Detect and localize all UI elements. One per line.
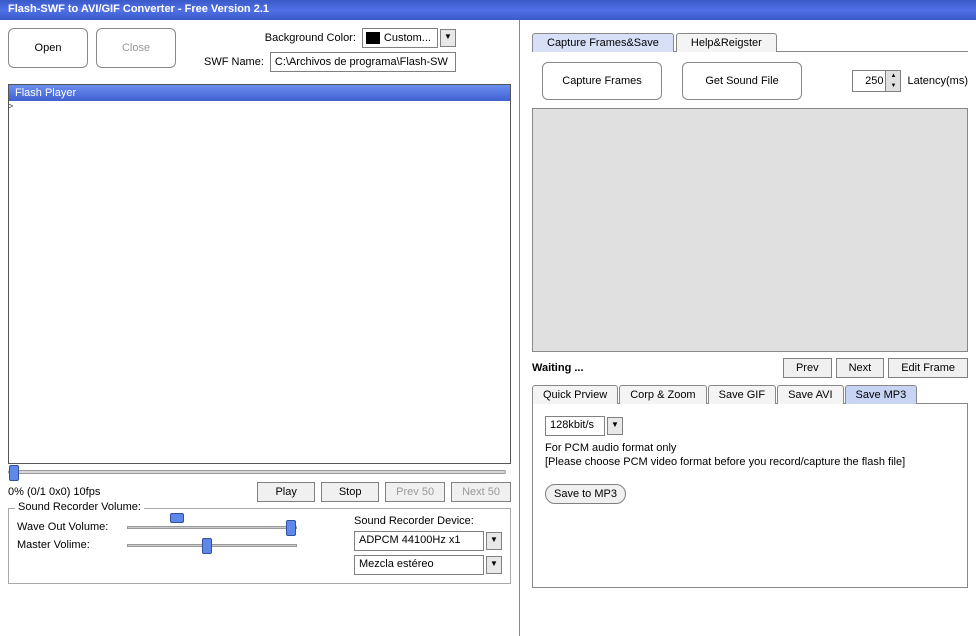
master-vol-thumb[interactable] — [202, 538, 212, 554]
bg-color-dropdown-icon[interactable]: ▼ — [440, 29, 456, 47]
latency-down-icon[interactable]: ▼ — [886, 81, 900, 91]
player-header: Flash Player — [9, 85, 510, 101]
tab-crop-zoom[interactable]: Corp & Zoom — [619, 385, 706, 404]
title-bar: Flash-SWF to AVI/GIF Converter - Free Ve… — [0, 0, 976, 20]
flash-player-box: Flash Player > — [8, 84, 511, 464]
main-tabs: Capture Frames&Save Help&Reigster — [532, 32, 968, 52]
progress-thumb[interactable] — [9, 465, 19, 481]
stop-button[interactable]: Stop — [321, 482, 379, 502]
master-vol-slider[interactable] — [127, 544, 297, 547]
bitrate-dropdown-icon[interactable]: ▼ — [607, 417, 623, 435]
edit-frame-button[interactable]: Edit Frame — [888, 358, 968, 378]
waiting-text: Waiting ... — [532, 362, 779, 374]
tab-help-register[interactable]: Help&Reigster — [676, 33, 777, 52]
prev50-button[interactable]: Prev 50 — [385, 482, 445, 502]
next-button[interactable]: Next — [836, 358, 885, 378]
player-resize-handle[interactable]: > — [8, 101, 13, 111]
bitrate-select[interactable]: 128kbit/s — [545, 416, 605, 436]
tab-save-gif[interactable]: Save GIF — [708, 385, 776, 404]
latency-up-icon[interactable]: ▲ — [886, 71, 900, 81]
wave-out-slider[interactable] — [127, 526, 297, 529]
sound-recorder-fieldset: Sound Recorder Volume: Wave Out Volume: … — [8, 508, 511, 584]
tab-save-mp3[interactable]: Save MP3 — [845, 385, 918, 404]
device1-dropdown-icon[interactable]: ▼ — [486, 532, 502, 550]
frame-preview — [532, 108, 968, 352]
app-title: Flash-SWF to AVI/GIF Converter - Free Ve… — [8, 3, 269, 15]
swf-name-input[interactable] — [270, 52, 456, 72]
bg-color-select[interactable]: Custom... — [362, 28, 438, 48]
right-panel: Capture Frames&Save Help&Reigster Captur… — [520, 20, 976, 636]
play-button[interactable]: Play — [257, 482, 315, 502]
wave-out-label: Wave Out Volume: — [17, 521, 127, 533]
save-mp3-panel: 128kbit/s ▼ For PCM audio format only [P… — [532, 404, 968, 588]
bg-color-value: Custom... — [384, 32, 431, 44]
status-text: 0% (0/1 0x0) 10fps — [8, 486, 251, 498]
progress-slider[interactable] — [8, 470, 506, 474]
device2-dropdown-icon[interactable]: ▼ — [486, 556, 502, 574]
pcm-info-2: [Please choose PCM video format before y… — [545, 456, 955, 468]
wave-out-thumb[interactable] — [286, 520, 296, 536]
latency-input[interactable] — [853, 73, 885, 89]
tab-capture-frames[interactable]: Capture Frames&Save — [532, 33, 674, 52]
latency-label: Latency(ms) — [907, 75, 968, 87]
latency-spinner[interactable]: ▲ ▼ — [852, 70, 901, 92]
tab-quick-preview[interactable]: Quick Prview — [532, 385, 618, 404]
prev-button[interactable]: Prev — [783, 358, 832, 378]
pcm-info-1: For PCM audio format only — [545, 442, 955, 454]
device-label: Sound Recorder Device: — [354, 515, 502, 527]
sound-recorder-title: Sound Recorder Volume: — [15, 501, 144, 513]
device-select-2[interactable]: Mezcla estéreo — [354, 555, 484, 575]
master-vol-label: Master Volime: — [17, 539, 127, 551]
device-select-1[interactable]: ADPCM 44100Hz x1 — [354, 531, 484, 551]
left-panel: Open Close Background Color: Custom... ▼… — [0, 20, 520, 636]
close-button[interactable]: Close — [96, 28, 176, 68]
get-sound-file-button[interactable]: Get Sound File — [682, 62, 802, 100]
tab-save-avi[interactable]: Save AVI — [777, 385, 843, 404]
open-button[interactable]: Open — [8, 28, 88, 68]
sub-tabs: Quick Prview Corp & Zoom Save GIF Save A… — [532, 384, 968, 404]
capture-frames-button[interactable]: Capture Frames — [542, 62, 662, 100]
wave-out-marker[interactable] — [170, 513, 184, 523]
next50-button[interactable]: Next 50 — [451, 482, 511, 502]
swf-name-label: SWF Name: — [204, 56, 264, 68]
bg-color-label: Background Color: — [265, 32, 356, 44]
save-to-mp3-button[interactable]: Save to MP3 — [545, 484, 626, 504]
color-swatch — [366, 32, 380, 44]
